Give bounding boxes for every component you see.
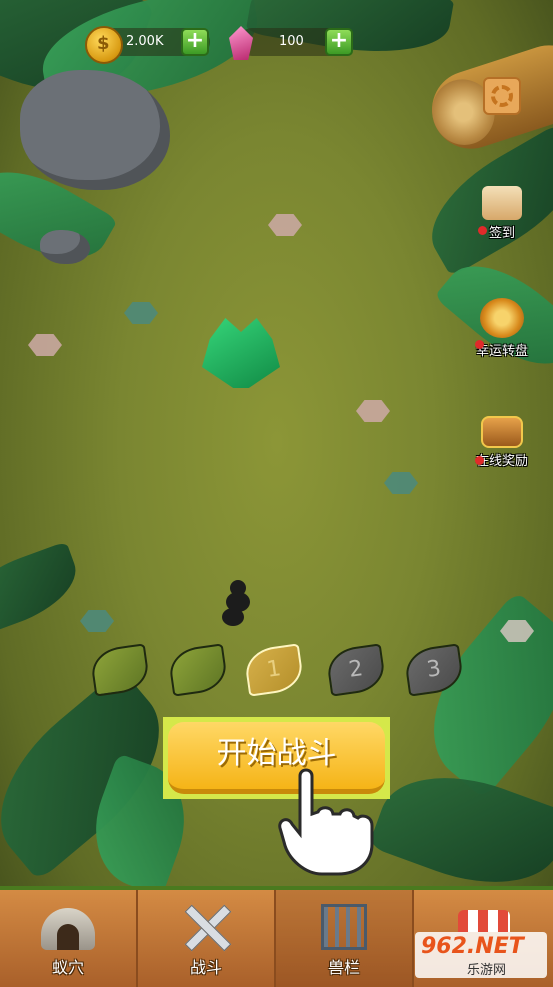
nav-nest-label: 蚁穴 [51,958,84,977]
notification-dot [475,456,484,465]
signin-label: 签到 [488,226,515,241]
calendar-icon [482,186,522,220]
signin-button[interactable]: 签到 [462,186,542,241]
add-gems-button[interactable]: + [325,28,353,56]
coin-amount: 2.00K [126,34,164,49]
watermark-sub: 乐游网 [467,963,507,978]
notification-dot [478,226,487,235]
nav-battle-label: 战斗 [189,958,222,977]
coin-icon [85,26,123,64]
rock [40,230,90,264]
nav-nest[interactable]: 蚁穴 [0,890,138,987]
site-watermark: 962.NET 乐游网 [415,932,547,978]
nav-cage[interactable]: 兽栏 [276,890,414,987]
nav-battle[interactable]: 战斗 [138,890,276,987]
watermark-brand: 962.NET [421,934,524,959]
lucky-wheel-label: 幸运转盘 [475,344,528,359]
player-ant [222,578,254,630]
wheel-icon [480,298,524,338]
nav-cage-label: 兽栏 [327,958,360,977]
add-coins-button[interactable]: + [181,28,209,56]
crossed-swords-icon [175,900,237,952]
cave-icon [37,900,99,952]
notification-dot [475,340,484,349]
online-reward-button[interactable]: 在线奖励 [462,416,542,469]
gear-icon [491,85,513,107]
online-reward-label: 在线奖励 [475,454,528,469]
treasure-chest-icon [481,416,523,448]
game-scene [0,0,553,983]
gem-amount: 100 [279,34,304,49]
settings-button[interactable] [483,77,521,115]
lucky-wheel-button[interactable]: 幸运转盘 [462,298,542,359]
cage-icon [313,900,375,952]
tutorial-hand-icon [278,768,374,876]
